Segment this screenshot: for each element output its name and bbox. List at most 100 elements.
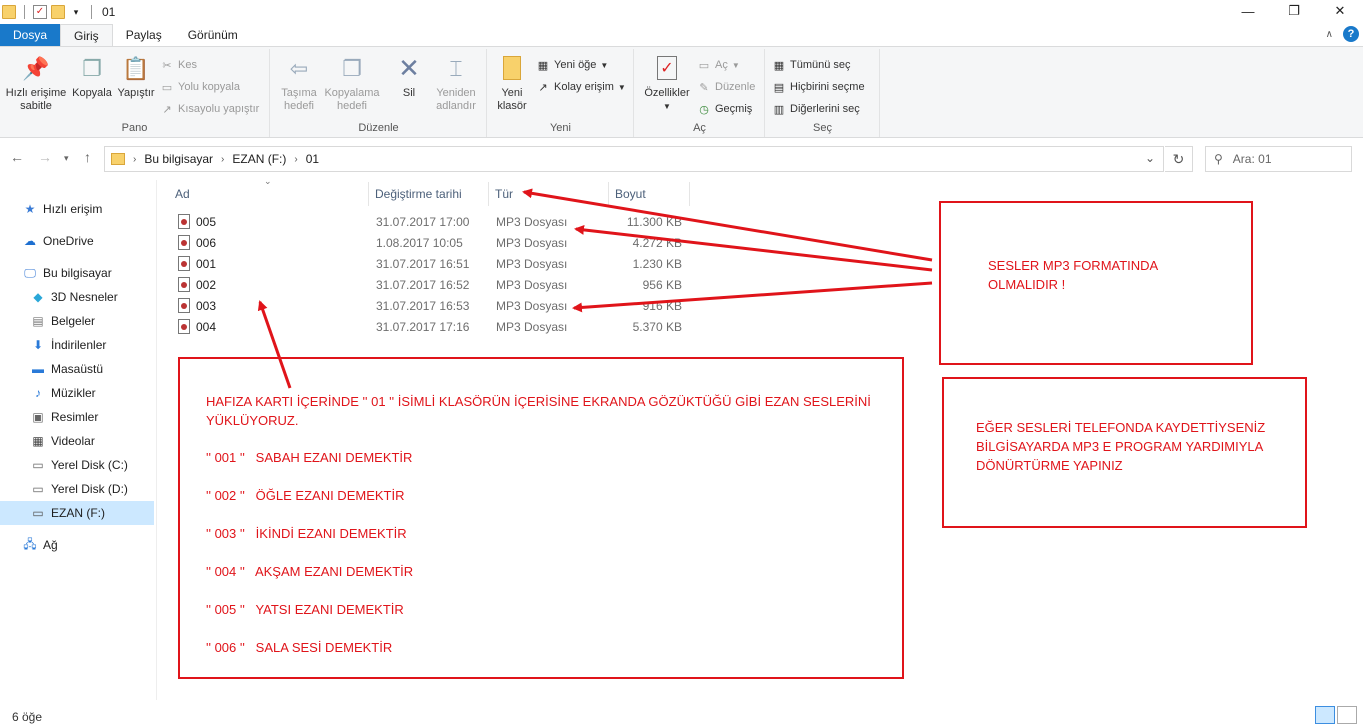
view-toggle bbox=[1315, 706, 1357, 724]
file-row[interactable]: 005 31.07.2017 17:00 MP3 Dosyası 11.300 … bbox=[170, 212, 690, 233]
easy-access-button[interactable]: ↗ Kolay erişim ▼ bbox=[536, 77, 625, 97]
invert-selection-button[interactable]: ▥ Diğerlerini seç bbox=[772, 99, 860, 119]
sidebar-item-ezan-drive[interactable]: ▭ EZAN (F:) bbox=[0, 501, 154, 525]
properties-button[interactable]: ✓ Özellikler ▼ bbox=[639, 53, 695, 113]
restore-button[interactable]: ❐ bbox=[1271, 0, 1317, 22]
cut-button[interactable]: ✂ Kes bbox=[160, 55, 197, 75]
annotation-item: '' 005 '' YATSI EZANI DEMEKTİR bbox=[206, 602, 404, 617]
tab-home[interactable]: Giriş bbox=[60, 24, 113, 46]
back-arrow-icon[interactable]: ← bbox=[10, 149, 24, 165]
group-label-new: Yeni bbox=[549, 122, 571, 134]
file-type: MP3 Dosyası bbox=[496, 215, 568, 229]
sidebar-item-desktop[interactable]: ▬ Masaüstü bbox=[0, 357, 154, 381]
group-label-clipboard: Pano bbox=[121, 122, 148, 134]
open-group: ✓ Özellikler ▼ ▭ Aç ▼ ✎ Düzenle ◷ Geçmiş Aç bbox=[635, 49, 765, 137]
copy-to-button[interactable]: ❐ Kopyalama hedefi bbox=[323, 53, 381, 113]
column-header-size[interactable]: Boyut bbox=[609, 182, 690, 206]
large-icons-view-icon[interactable] bbox=[1337, 706, 1357, 724]
file-date: 31.07.2017 16:52 bbox=[376, 278, 470, 292]
sidebar-item-downloads[interactable]: ⬇ İndirilenler bbox=[0, 333, 154, 357]
address-bar[interactable]: › Bu bilgisayar › EZAN (F:) › 01 ⌄ bbox=[104, 146, 1164, 172]
breadcrumb-drive[interactable]: EZAN (F:) bbox=[232, 152, 286, 166]
annotation-text-phone: EĞER SESLERİ TELEFONDA KAYDETTİYSENİZ Bİ… bbox=[976, 420, 1266, 473]
sidebar-item-onedrive[interactable]: ☁ OneDrive bbox=[0, 229, 154, 253]
close-button[interactable]: ✕ bbox=[1317, 0, 1363, 22]
move-to-button[interactable]: ⇦ Taşıma hedefi bbox=[275, 53, 323, 113]
new-item-button[interactable]: ▦ Yeni öğe ▼ bbox=[536, 55, 609, 75]
sidebar-item-pictures[interactable]: ▣ Resimler bbox=[0, 405, 154, 429]
file-row[interactable]: 004 31.07.2017 17:16 MP3 Dosyası 5.370 K… bbox=[170, 317, 690, 338]
select-none-button[interactable]: ▤ Hiçbirini seçme bbox=[772, 77, 865, 97]
mp3-file-icon bbox=[178, 214, 190, 229]
rename-button[interactable]: ⌶ Yeniden adlandır bbox=[431, 53, 481, 113]
minimize-button[interactable]: — bbox=[1225, 0, 1271, 22]
pin-quick-access-button[interactable]: 📌 Hızlı erişime sabitle bbox=[4, 53, 68, 113]
folder-icon bbox=[2, 5, 16, 19]
invert-selection-icon: ▥ bbox=[773, 103, 785, 116]
customize-toolbar-icon[interactable]: ▾ bbox=[69, 5, 83, 19]
copy-path-button[interactable]: ▭ Yolu kopyala bbox=[160, 77, 240, 97]
sidebar-item-3d-objects[interactable]: ◆ 3D Nesneler bbox=[0, 285, 154, 309]
file-name: 006 bbox=[196, 236, 217, 250]
tab-share[interactable]: Paylaş bbox=[113, 24, 175, 46]
properties-check-icon[interactable]: ✓ bbox=[33, 5, 47, 19]
recent-locations-icon[interactable]: ▾ bbox=[64, 153, 69, 164]
file-type: MP3 Dosyası bbox=[496, 299, 568, 313]
folder-icon bbox=[111, 153, 125, 165]
document-icon: ▤ bbox=[32, 314, 44, 328]
sidebar-item-documents[interactable]: ▤ Belgeler bbox=[0, 309, 154, 333]
breadcrumb-folder[interactable]: 01 bbox=[306, 152, 319, 166]
search-input[interactable]: ⚲ Ara: 01 bbox=[1205, 146, 1352, 172]
paste-shortcut-button[interactable]: ↗ Kısayolu yapıştır bbox=[160, 99, 259, 119]
open-icon: ▭ bbox=[698, 59, 710, 72]
title-bar: ✓ ▾ 01 — ❐ ✕ bbox=[0, 0, 1363, 24]
new-folder-icon bbox=[498, 53, 526, 83]
select-all-button[interactable]: ▦ Tümünü seç bbox=[772, 55, 851, 75]
column-header-modified[interactable]: Değiştirme tarihi bbox=[369, 182, 489, 206]
file-size: 916 KB bbox=[642, 299, 682, 313]
refresh-button[interactable]: ↻ bbox=[1165, 146, 1193, 172]
collapse-ribbon-icon[interactable]: ∧ bbox=[1326, 29, 1333, 40]
scissors-icon: ✂ bbox=[162, 59, 172, 72]
chevron-down-icon[interactable]: ⌄ bbox=[1145, 151, 1155, 165]
annotation-item: '' 004 '' AKŞAM EZANI DEMEKTİR bbox=[206, 564, 414, 579]
navigation-pane: ★ Hızlı erişim ☁ OneDrive 🖵 Bu bilgisayar ◆… bbox=[0, 180, 156, 700]
breadcrumb-this-pc[interactable]: Bu bilgisayar bbox=[144, 152, 213, 166]
dropdown-icon: ▼ bbox=[600, 60, 609, 70]
sidebar-item-network[interactable]: 🖧 Ağ bbox=[0, 533, 154, 557]
computer-icon: 🖵 bbox=[24, 265, 36, 280]
column-header-name[interactable]: Ad bbox=[169, 182, 369, 206]
sidebar-item-local-disk-c[interactable]: ▭ Yerel Disk (C:) bbox=[0, 453, 154, 477]
shortcut-icon: ↗ bbox=[162, 103, 172, 116]
new-folder-icon[interactable] bbox=[51, 5, 65, 19]
copy-button[interactable]: ❐ Kopyala bbox=[70, 53, 114, 100]
open-button[interactable]: ▭ Aç ▼ bbox=[697, 55, 740, 75]
sidebar-item-videos[interactable]: ▦ Videolar bbox=[0, 429, 154, 453]
sidebar-item-local-disk-d[interactable]: ▭ Yerel Disk (D:) bbox=[0, 477, 154, 501]
new-folder-button[interactable]: Yeni klasör bbox=[492, 53, 532, 113]
sidebar-item-this-pc[interactable]: 🖵 Bu bilgisayar bbox=[0, 261, 154, 285]
picture-icon: ▣ bbox=[32, 410, 44, 424]
file-row[interactable]: 001 31.07.2017 16:51 MP3 Dosyası 1.230 K… bbox=[170, 254, 690, 275]
group-label-organize: Düzenle bbox=[358, 122, 399, 134]
sidebar-item-quick-access[interactable]: ★ Hızlı erişim bbox=[0, 197, 154, 221]
history-button[interactable]: ◷ Geçmiş bbox=[697, 99, 752, 119]
mp3-file-icon bbox=[178, 235, 190, 250]
details-view-icon[interactable] bbox=[1315, 706, 1335, 724]
delete-button[interactable]: ✕ Sil bbox=[387, 53, 431, 100]
edit-button[interactable]: ✎ Düzenle bbox=[697, 77, 755, 97]
history-icon: ◷ bbox=[699, 103, 709, 116]
tab-view[interactable]: Görünüm bbox=[175, 24, 251, 46]
up-arrow-icon[interactable]: ↑ bbox=[84, 149, 91, 165]
file-type: MP3 Dosyası bbox=[496, 236, 568, 250]
tab-file[interactable]: Dosya bbox=[0, 24, 61, 46]
file-row[interactable]: 006 1.08.2017 10:05 MP3 Dosyası 4.272 KB bbox=[170, 233, 690, 254]
forward-arrow-icon[interactable]: → bbox=[38, 149, 52, 165]
file-row[interactable]: 003 31.07.2017 16:53 MP3 Dosyası 916 KB bbox=[170, 296, 690, 317]
column-header-type[interactable]: Tür bbox=[489, 182, 609, 206]
paste-button[interactable]: 📋 Yapıştır bbox=[114, 53, 158, 100]
file-row[interactable]: 002 31.07.2017 16:52 MP3 Dosyası 956 KB bbox=[170, 275, 690, 296]
help-icon[interactable]: ? bbox=[1343, 26, 1359, 42]
annotation-item: '' 003 '' İKİNDİ EZANI DEMEKTİR bbox=[206, 526, 407, 541]
sidebar-item-music[interactable]: ♪ Müzikler bbox=[0, 381, 154, 405]
